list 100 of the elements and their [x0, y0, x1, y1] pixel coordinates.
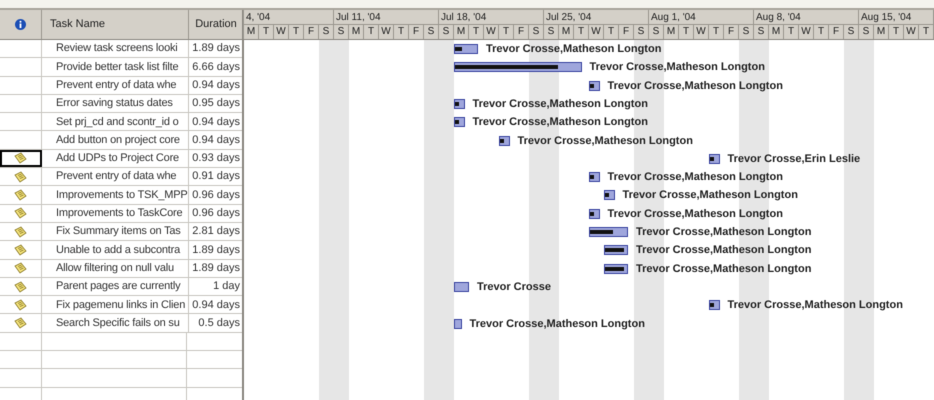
week-label: Aug 15, '04 — [859, 10, 934, 24]
resource-label: Trevor Crosse,Matheson Longton — [636, 225, 812, 240]
day-label: S — [739, 25, 754, 39]
day-label: M — [244, 25, 259, 39]
resource-label: Trevor Crosse,Matheson Longton — [608, 78, 783, 94]
task-name-cell: Search Specific fails on su — [42, 314, 189, 332]
day-label: W — [379, 25, 394, 39]
day-label: M — [874, 25, 889, 39]
resource-label: Trevor Crosse,Matheson Longton — [472, 115, 648, 130]
task-bar[interactable] — [589, 208, 600, 219]
task-name-cell: Prevent entry of data whe — [42, 168, 189, 186]
task-bar[interactable] — [454, 44, 478, 54]
day-label: T — [919, 25, 934, 39]
day-label: S — [334, 25, 349, 39]
duration-cell-text: 6.66 days — [191, 60, 241, 75]
task-bar[interactable] — [454, 282, 469, 292]
resource-label: Trevor Crosse — [477, 280, 551, 295]
day-label: W — [589, 25, 604, 39]
duration-cell-text: 0.94 days — [191, 132, 241, 148]
duration-cell-text: 0.94 days — [191, 78, 241, 93]
task-bar[interactable] — [454, 318, 462, 328]
duration-cell-text: 0.91 days — [191, 169, 241, 184]
duration-cell-text: 1.89 days — [191, 242, 241, 258]
task-name-cell: Fix pagemenu links in Clien — [42, 296, 189, 314]
task-bar[interactable] — [604, 264, 628, 274]
task-bar[interactable] — [454, 117, 464, 128]
day-label: W — [484, 25, 499, 39]
task-name-cell: Fix Summary items on Tas — [42, 222, 189, 240]
task-name-cell: Error saving status dates — [42, 94, 189, 112]
task-bar[interactable] — [499, 136, 510, 146]
task-name-cell: Add button on project core — [42, 131, 189, 149]
week-label: Jul 18, '04 — [439, 10, 544, 24]
task-bar[interactable] — [709, 154, 720, 164]
column-header[interactable]: Duration — [195, 16, 237, 33]
task-name-cell: Parent pages are currently — [42, 278, 189, 296]
task-bar[interactable] — [589, 80, 600, 91]
week-label: Jul 25, '04 — [544, 10, 649, 24]
day-label: M — [559, 25, 574, 39]
task-name-cell: Review task screens looki — [42, 40, 189, 58]
indicator-cell[interactable] — [0, 150, 42, 168]
task-bar[interactable] — [604, 245, 628, 256]
day-label: W — [904, 25, 919, 39]
day-label: W — [274, 25, 289, 39]
duration-cell-text: 1 day — [212, 279, 241, 294]
resource-label: Trevor Crosse,Matheson Longton — [608, 170, 783, 186]
day-label: S — [529, 25, 544, 39]
day-label: S — [754, 25, 769, 39]
day-label: S — [634, 25, 649, 39]
task-name-cell: Allow filtering on null valu — [42, 260, 189, 277]
duration-cell-text: 0.95 days — [191, 96, 241, 112]
day-label: T — [499, 25, 514, 39]
day-label: S — [844, 25, 859, 39]
day-label: S — [649, 25, 664, 39]
resource-label: Trevor Crosse,Matheson Longton — [590, 60, 765, 76]
day-label: T — [469, 25, 484, 39]
day-label: F — [724, 25, 739, 39]
day-label: F — [514, 25, 529, 39]
task-bar[interactable] — [454, 62, 582, 72]
day-label: T — [574, 25, 589, 39]
day-label: M — [769, 25, 784, 39]
day-label: S — [544, 25, 559, 39]
task-name-cell: Improvements to TaskCore — [42, 204, 189, 222]
day-label: S — [439, 25, 454, 39]
task-name-cell: Unable to add a subcontra — [42, 241, 189, 259]
duration-cell-text: 0.94 days — [191, 114, 241, 130]
day-label: T — [709, 25, 724, 39]
resource-label: Trevor Crosse,Matheson Longton — [472, 96, 648, 112]
day-label: F — [829, 25, 844, 39]
task-name-cell: Add UDPs to Project Core — [42, 150, 189, 168]
resource-label: Trevor Crosse,Matheson Longton — [608, 206, 783, 222]
week-label: Aug 1, '04 — [649, 10, 754, 24]
day-label: T — [259, 25, 274, 39]
task-name-cell: Provide better task list filte — [42, 58, 189, 76]
duration-cell-text: 0.5 days — [197, 316, 241, 331]
duration-cell-text: 0.96 days — [191, 188, 241, 203]
week-label: 4, '04 — [244, 10, 334, 24]
day-label: W — [694, 25, 709, 39]
resource-label: Trevor Crosse,Matheson Longton — [518, 134, 693, 148]
resource-label: Trevor Crosse,Matheson Longton — [728, 298, 903, 314]
duration-cell-text: 2.81 days — [191, 224, 241, 240]
resource-label: Trevor Crosse,Matheson Longton — [622, 188, 798, 204]
task-bar[interactable] — [454, 98, 464, 109]
day-label: S — [424, 25, 439, 39]
task-name-cell: Prevent entry of data whe — [42, 76, 189, 94]
task-bar[interactable] — [589, 172, 600, 182]
day-label: T — [364, 25, 379, 39]
column-header[interactable]: Task Name — [50, 16, 106, 33]
task-bar[interactable] — [604, 190, 614, 200]
task-name-cell: Improvements to TSK_MPP — [42, 186, 189, 204]
week-label: Jul 11, '04 — [334, 10, 439, 24]
day-label: T — [289, 25, 304, 39]
day-label: M — [454, 25, 469, 39]
duration-cell-text: 1.89 days — [191, 41, 241, 56]
day-label: S — [319, 25, 334, 39]
task-name-cell: Set prj_cd and scontr_id o — [42, 113, 189, 130]
resource-label: Trevor Crosse,Erin Leslie — [728, 152, 860, 167]
day-label: T — [889, 25, 904, 39]
resource-label: Trevor Crosse,Matheson Longton — [636, 262, 812, 277]
task-bar[interactable] — [709, 300, 720, 310]
task-bar[interactable] — [589, 227, 628, 237]
